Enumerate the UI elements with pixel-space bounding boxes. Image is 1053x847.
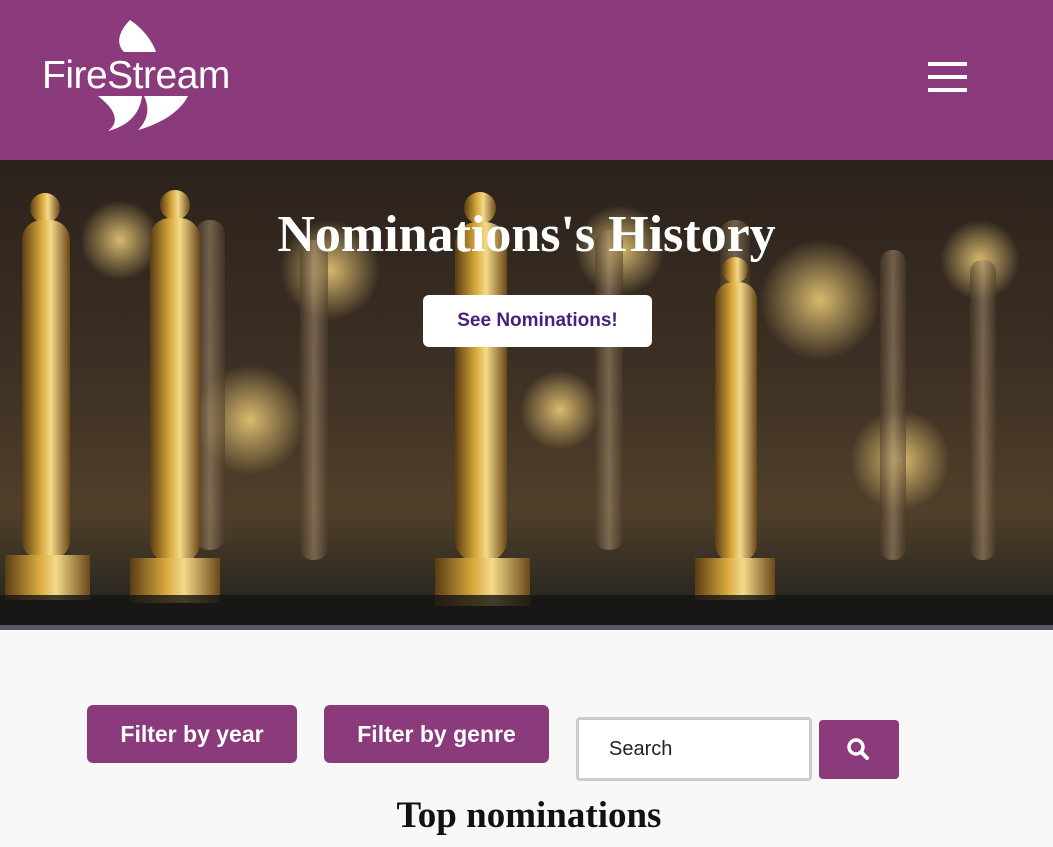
filter-by-genre-button[interactable]: Filter by genre [324,705,549,763]
search-icon [847,738,869,760]
see-nominations-button[interactable]: See Nominations! [423,295,652,347]
brand-name: FireStream [42,54,230,97]
firestream-logo[interactable]: FireStream [38,18,238,133]
site-header: FireStream [0,0,1053,160]
search-button[interactable] [819,720,899,779]
search-input[interactable] [576,717,812,781]
filter-by-year-button[interactable]: Filter by year [87,705,297,763]
section-title: Top nominations [396,795,662,836]
hero-title: Nominations's History [277,206,776,263]
hero-banner: Nominations's History See Nominations! [0,160,1053,625]
hamburger-menu-icon[interactable] [928,62,968,94]
hero-divider [0,625,1053,630]
